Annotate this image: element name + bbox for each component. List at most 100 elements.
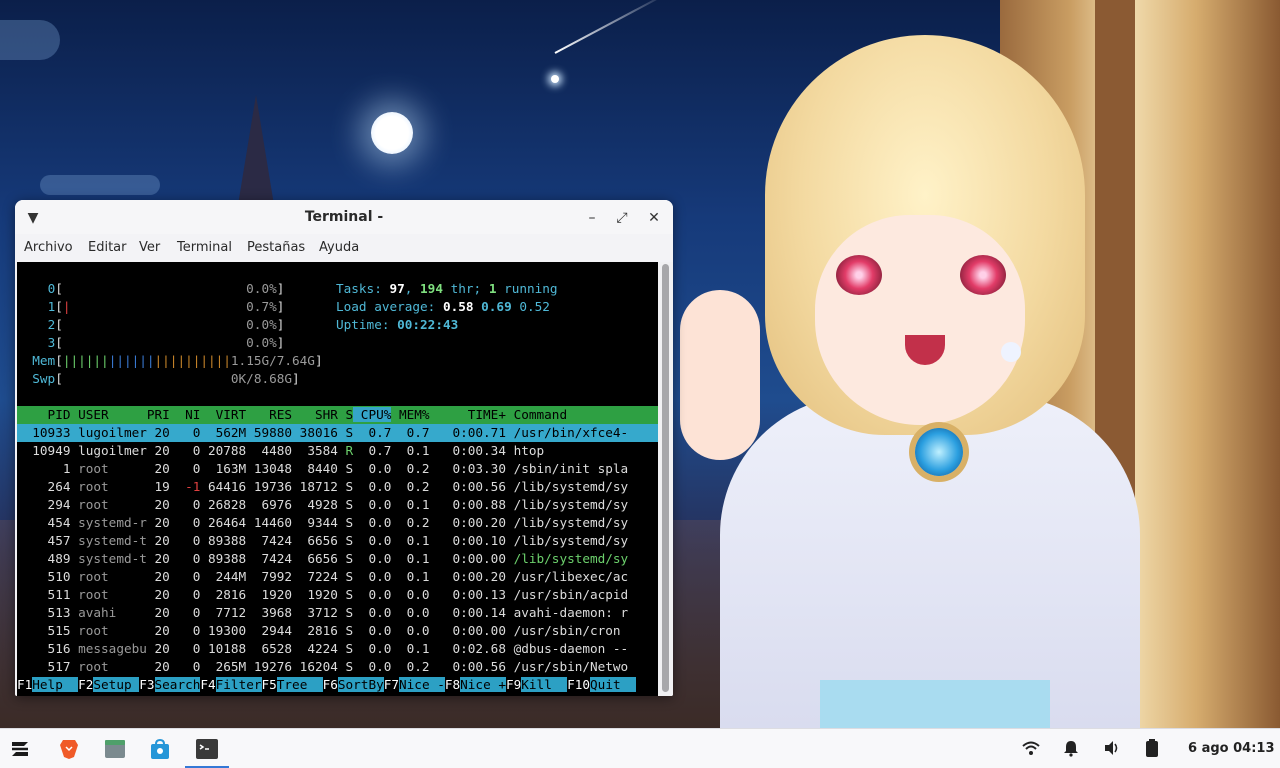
wifi-icon[interactable] — [1022, 739, 1040, 761]
column-header-res[interactable]: RES — [246, 407, 292, 422]
column-header-command[interactable]: Command — [506, 407, 567, 422]
cell-cpu: 0.0 — [353, 641, 392, 656]
cell-shr: 18712 — [292, 479, 338, 494]
cell-virt: 20788 — [200, 443, 247, 458]
cell-pri: 20 — [146, 425, 170, 440]
files-icon[interactable] — [103, 737, 127, 761]
cell-user: root — [70, 659, 147, 674]
clock[interactable]: 6 ago 04:13 — [1188, 741, 1275, 756]
cell-virt: 89388 — [200, 533, 247, 548]
cell-time: 0:02.68 — [429, 641, 506, 656]
process-row[interactable]: 264 root 19 -1 64416 19736 18712 S 0.0 0… — [17, 478, 658, 496]
cell-shr: 6656 — [292, 533, 338, 548]
swap-meter: Swp[ 0K/8.68G] — [32, 371, 300, 386]
cell-user: root — [70, 479, 147, 494]
process-row[interactable]: 294 root 20 0 26828 6976 4928 S 0.0 0.1 … — [17, 496, 658, 514]
fkey-f9[interactable]: F9 — [506, 677, 522, 692]
column-header-pid[interactable]: PID — [17, 407, 71, 422]
menu-editar[interactable]: Editar — [88, 240, 127, 255]
zorin-menu-icon[interactable] — [8, 737, 32, 761]
process-row[interactable]: 515 root 20 0 19300 2944 2816 S 0.0 0.0 … — [17, 622, 658, 640]
scrollbar-thumb[interactable] — [662, 264, 669, 692]
maximize-icon[interactable]: ⤢ — [612, 208, 632, 228]
cell-pid: 510 — [17, 569, 71, 584]
fkey-f8[interactable]: F8 — [444, 677, 461, 692]
fkey-label[interactable]: Tree — [276, 677, 323, 692]
menu-terminal[interactable]: Terminal — [177, 240, 232, 255]
process-row[interactable]: 510 root 20 0 244M 7992 7224 S 0.0 0.1 0… — [17, 568, 658, 586]
cell-pri: 20 — [146, 443, 170, 458]
fkey-f10[interactable]: F10 — [567, 677, 591, 692]
menu-ayuda[interactable]: Ayuda — [319, 240, 359, 255]
process-row[interactable]: 517 root 20 0 265M 19276 16204 S 0.0 0.2… — [17, 658, 658, 676]
window-titlebar[interactable]: ▼ Terminal - – ⤢ ✕ — [15, 200, 673, 234]
column-header-user[interactable]: USER — [70, 407, 146, 422]
terminal-window[interactable]: ▼ Terminal - – ⤢ ✕ Archivo Editar Ver Te… — [15, 200, 673, 696]
cell-shr: 1920 — [292, 587, 338, 602]
terminal-scrollbar[interactable] — [658, 262, 673, 696]
column-header-cpu[interactable]: CPU% — [353, 407, 392, 422]
fkey-f5[interactable]: F5 — [261, 677, 277, 692]
fkey-f6[interactable]: F6 — [322, 677, 338, 692]
fkey-f4[interactable]: F4 — [200, 677, 216, 692]
fkey-f1[interactable]: F1 — [17, 677, 33, 692]
cell-mem: 0.2 — [391, 479, 430, 494]
cell-s: S — [337, 479, 354, 494]
column-header-virt[interactable]: VIRT — [200, 407, 247, 422]
process-row[interactable]: 10949 lugoilmer 20 0 20788 4480 3584 R 0… — [17, 442, 658, 460]
cell-cpu: 0.0 — [353, 587, 392, 602]
column-header-pri[interactable]: PRI — [147, 407, 170, 422]
process-row[interactable]: 516 messagebu 20 0 10188 6528 4224 S 0.0… — [17, 640, 658, 658]
terminal-icon[interactable] — [195, 737, 219, 761]
process-row[interactable]: 511 root 20 0 2816 1920 1920 S 0.0 0.0 0… — [17, 586, 658, 604]
cell-shr: 3712 — [292, 605, 338, 620]
cell-shr: 3584 — [292, 443, 338, 458]
software-store-icon[interactable] — [148, 737, 172, 761]
fkey-f2[interactable]: F2 — [78, 677, 94, 692]
cell-time: 0:00.20 — [429, 569, 506, 584]
menu-pestanas[interactable]: Pestañas — [247, 240, 305, 255]
battery-icon[interactable] — [1145, 739, 1159, 761]
uptime: Uptime: 00:22:43 — [336, 317, 459, 332]
fkey-f7[interactable]: F7 — [383, 677, 400, 692]
fkey-f3[interactable]: F3 — [139, 677, 155, 692]
cell-pri: 20 — [146, 497, 170, 512]
brave-browser-icon[interactable] — [57, 737, 81, 761]
cell-ni: 0 — [169, 587, 201, 602]
process-row[interactable]: 454 systemd-r 20 0 26464 14460 9344 S 0.… — [17, 514, 658, 532]
fkey-label[interactable]: Nice + — [460, 677, 506, 692]
character-earring — [1001, 342, 1021, 362]
cell-ni: 0 — [169, 497, 201, 512]
column-header-time[interactable]: TIME+ — [430, 407, 506, 422]
cell-virt: 89388 — [200, 551, 247, 566]
menu-ver[interactable]: Ver — [139, 240, 160, 255]
process-row[interactable]: 457 systemd-t 20 0 89388 7424 6656 S 0.0… — [17, 532, 658, 550]
character-face — [815, 215, 1025, 425]
process-row[interactable]: 513 avahi 20 0 7712 3968 3712 S 0.0 0.0 … — [17, 604, 658, 622]
terminal-screen[interactable]: 0[ 0.0%] 1[| 0.7%] 2[ 0.0%] 3[ 0.0%] Mem… — [17, 262, 658, 696]
column-header-shr[interactable]: SHR — [292, 407, 338, 422]
column-header-ni[interactable]: NI — [170, 407, 200, 422]
fkey-label[interactable]: Filter — [215, 677, 262, 692]
cloud — [0, 20, 60, 60]
column-header-s[interactable]: S — [338, 407, 354, 422]
notifications-bell-icon[interactable] — [1062, 739, 1080, 761]
cell-time: 0:00.34 — [429, 443, 506, 458]
fkey-label[interactable]: Quit — [590, 677, 636, 692]
process-row[interactable]: 10933 lugoilmer 20 0 562M 59880 38016 S … — [17, 424, 658, 442]
cell-ni: 0 — [169, 425, 201, 440]
fkey-label[interactable]: Setup — [93, 677, 140, 692]
minimize-icon[interactable]: – — [582, 208, 602, 228]
process-row[interactable]: 489 systemd-t 20 0 89388 7424 6656 S 0.0… — [17, 550, 658, 568]
fkey-label[interactable]: Nice - — [399, 677, 445, 692]
fkey-label[interactable]: SortBy — [337, 677, 384, 692]
fkey-label[interactable]: Help — [32, 677, 79, 692]
fkey-label[interactable]: Search — [154, 677, 201, 692]
volume-icon[interactable] — [1103, 739, 1121, 761]
column-header-mem[interactable]: MEM% — [391, 407, 430, 422]
fkey-label[interactable]: Kill — [521, 677, 568, 692]
process-row[interactable]: 1 root 20 0 163M 13048 8440 S 0.0 0.2 0:… — [17, 460, 658, 478]
close-icon[interactable]: ✕ — [644, 208, 664, 228]
menu-archivo[interactable]: Archivo — [24, 240, 73, 255]
process-table-header[interactable]: PID USER PRI NI VIRT RES SHR S CPU% MEM%… — [17, 406, 658, 424]
